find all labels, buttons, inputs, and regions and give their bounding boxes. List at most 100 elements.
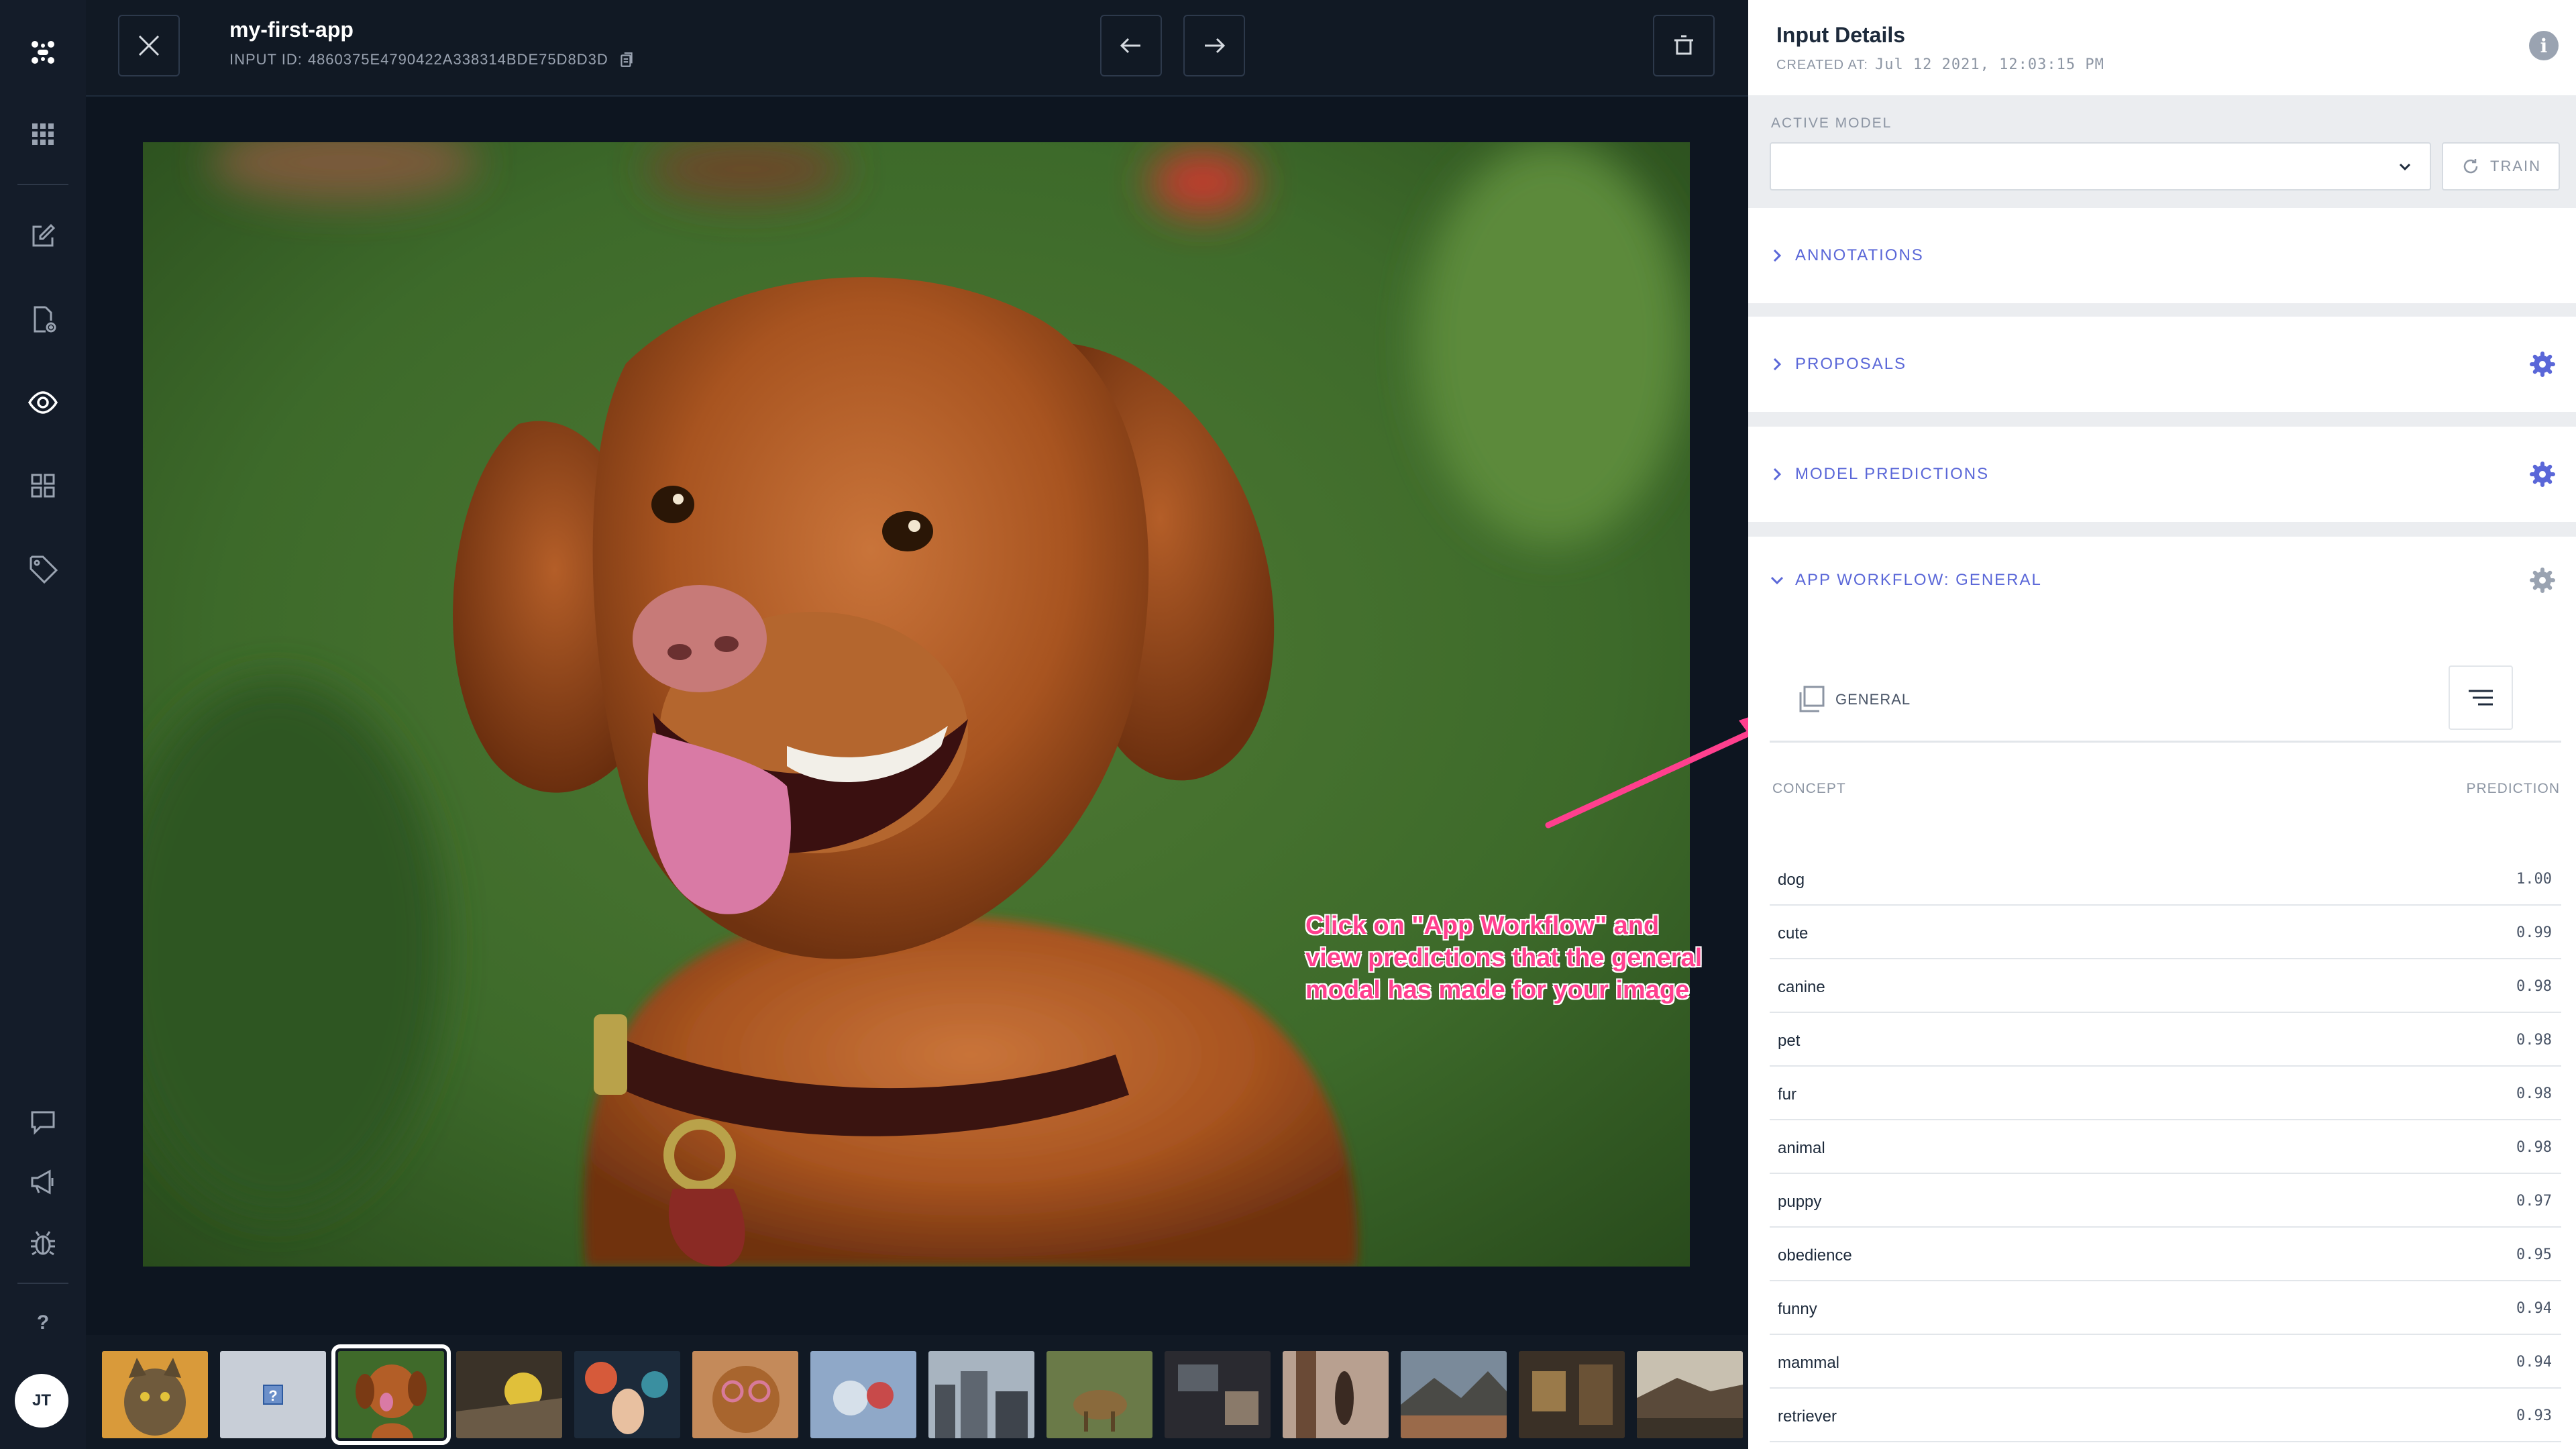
workflow-body: GENERAL CONCEPT PREDICTION dog 1.00 cute 0… <box>1748 624 2576 1449</box>
filmstrip: ? <box>86 1335 1748 1449</box>
prediction-row[interactable]: obedience 0.95 <box>1770 1228 2561 1281</box>
concept-name: fur <box>1778 1085 1797 1104</box>
image-stage: Click on "App Workflow" and view predict… <box>86 97 1811 1335</box>
thumbnail[interactable] <box>456 1351 562 1438</box>
prediction-value: 0.99 <box>2516 924 2552 941</box>
tag-icon[interactable] <box>17 543 68 594</box>
panel-title: Input Details <box>1776 23 1906 47</box>
concept-name: animal <box>1778 1139 1825 1157</box>
add-file-icon[interactable] <box>17 294 68 345</box>
model-stack-icon <box>1799 686 1825 712</box>
prediction-row[interactable]: puppy 0.97 <box>1770 1174 2561 1228</box>
logo-icon[interactable] <box>17 27 68 78</box>
bug-icon[interactable] <box>17 1217 68 1268</box>
prediction-value: 0.94 <box>2516 1354 2552 1371</box>
concept-name: pet <box>1778 1032 1801 1050</box>
chevron-right-icon <box>1773 249 1782 262</box>
apps-grid-icon[interactable] <box>17 109 68 160</box>
info-icon[interactable]: i <box>2529 31 2559 60</box>
section-model-predictions[interactable]: MODEL PREDICTIONS <box>1748 427 2576 522</box>
active-model-label: ACTIVE MODEL <box>1771 115 1892 131</box>
created-value: Jul 12 2021, 12:03:15 PM <box>1874 56 2104 73</box>
thumbnail[interactable] <box>1401 1351 1507 1438</box>
prediction-row[interactable]: animal 0.98 <box>1770 1120 2561 1174</box>
concept-name: funny <box>1778 1300 1817 1318</box>
concept-name: cute <box>1778 924 1809 943</box>
created-label: CREATED AT: <box>1776 58 1868 72</box>
concept-name: dog <box>1778 871 1805 889</box>
thumbnail[interactable] <box>102 1351 208 1438</box>
grid-icon[interactable] <box>17 460 68 511</box>
chevron-down-icon <box>1770 576 1784 585</box>
chevron-right-icon <box>1773 358 1782 371</box>
next-button[interactable] <box>1183 15 1245 76</box>
col-prediction: PREDICTION <box>2466 781 2560 796</box>
prediction-row[interactable]: retriever 0.93 <box>1770 1389 2561 1442</box>
thumbnail[interactable] <box>1165 1351 1271 1438</box>
gear-icon[interactable] <box>2529 567 2556 594</box>
filter-button[interactable] <box>2449 665 2513 730</box>
gear-icon[interactable] <box>2529 351 2556 378</box>
thumbnail[interactable] <box>928 1351 1034 1438</box>
section-label: PROPOSALS <box>1795 355 1907 373</box>
section-annotations[interactable]: ANNOTATIONS <box>1748 208 2576 303</box>
section-app-workflow[interactable]: APP WORKFLOW: GENERAL <box>1748 537 2576 624</box>
prediction-row[interactable]: fur 0.98 <box>1770 1067 2561 1120</box>
prediction-value: 0.98 <box>2516 1139 2552 1156</box>
close-button[interactable] <box>118 15 180 76</box>
gear-icon[interactable] <box>2529 461 2556 488</box>
eye-icon[interactable] <box>17 377 68 428</box>
active-model-select[interactable] <box>1770 142 2431 191</box>
divider <box>1770 741 2561 743</box>
thumbnail[interactable] <box>574 1351 680 1438</box>
arrow-right-icon <box>1205 38 1226 54</box>
chat-icon[interactable] <box>17 1096 68 1147</box>
main-image[interactable] <box>143 142 1690 1267</box>
thumbnail[interactable] <box>1637 1351 1743 1438</box>
concept-name: mammal <box>1778 1354 1840 1372</box>
prediction-row[interactable]: funny 0.94 <box>1770 1281 2561 1335</box>
refresh-icon <box>2463 159 2478 174</box>
col-concept: CONCEPT <box>1772 781 1846 796</box>
delete-button[interactable] <box>1653 15 1715 76</box>
previous-button[interactable] <box>1100 15 1162 76</box>
close-icon <box>138 35 160 56</box>
thumbnail[interactable] <box>1046 1351 1152 1438</box>
annotation-callout: Click on "App Workflow" and view predict… <box>1305 912 1703 1004</box>
megaphone-icon[interactable] <box>17 1157 68 1208</box>
thumbnail[interactable] <box>1519 1351 1625 1438</box>
thumbnail-selected[interactable] <box>331 1344 451 1445</box>
train-button[interactable]: TRAIN <box>2442 142 2560 191</box>
user-avatar[interactable]: JT <box>15 1374 68 1428</box>
prediction-row[interactable]: canine 0.98 <box>1770 959 2561 1013</box>
nav-divider <box>17 184 68 185</box>
help-icon[interactable]: ? <box>17 1297 68 1348</box>
prediction-value: 0.93 <box>2516 1407 2552 1424</box>
prediction-value: 0.97 <box>2516 1193 2552 1210</box>
panel-header: Input Details CREATED AT: Jul 12 2021, 12… <box>1748 0 2576 95</box>
prediction-row[interactable]: dog 1.00 <box>1770 852 2561 906</box>
edit-icon[interactable] <box>17 211 68 262</box>
prediction-row[interactable]: pet 0.98 <box>1770 1013 2561 1067</box>
thumbnail[interactable] <box>810 1351 916 1438</box>
concept-name: obedience <box>1778 1246 1852 1265</box>
broken-image-icon: ? <box>263 1385 283 1405</box>
nav-divider <box>17 1283 68 1284</box>
concept-name: retriever <box>1778 1407 1837 1426</box>
app-title: my-first-app <box>229 17 354 42</box>
section-label: MODEL PREDICTIONS <box>1795 465 1990 483</box>
input-id-value: 4860375E4790422A338314BDE75D8D3D <box>307 51 608 68</box>
workflow-model-label: GENERAL <box>1835 691 1911 708</box>
arrow-left-icon <box>1120 38 1140 54</box>
concept-name: canine <box>1778 978 1825 996</box>
copy-icon[interactable] <box>618 51 635 68</box>
train-label: TRAIN <box>2490 158 2541 174</box>
prediction-row[interactable]: mammal 0.94 <box>1770 1335 2561 1389</box>
section-label: ANNOTATIONS <box>1795 246 1924 264</box>
thumbnail[interactable] <box>692 1351 798 1438</box>
section-proposals[interactable]: PROPOSALS <box>1748 317 2576 412</box>
thumbnail[interactable] <box>1283 1351 1389 1438</box>
input-id-label: INPUT ID: <box>229 51 303 68</box>
prediction-row[interactable]: cute 0.99 <box>1770 906 2561 959</box>
thumbnail[interactable]: ? <box>220 1351 326 1438</box>
